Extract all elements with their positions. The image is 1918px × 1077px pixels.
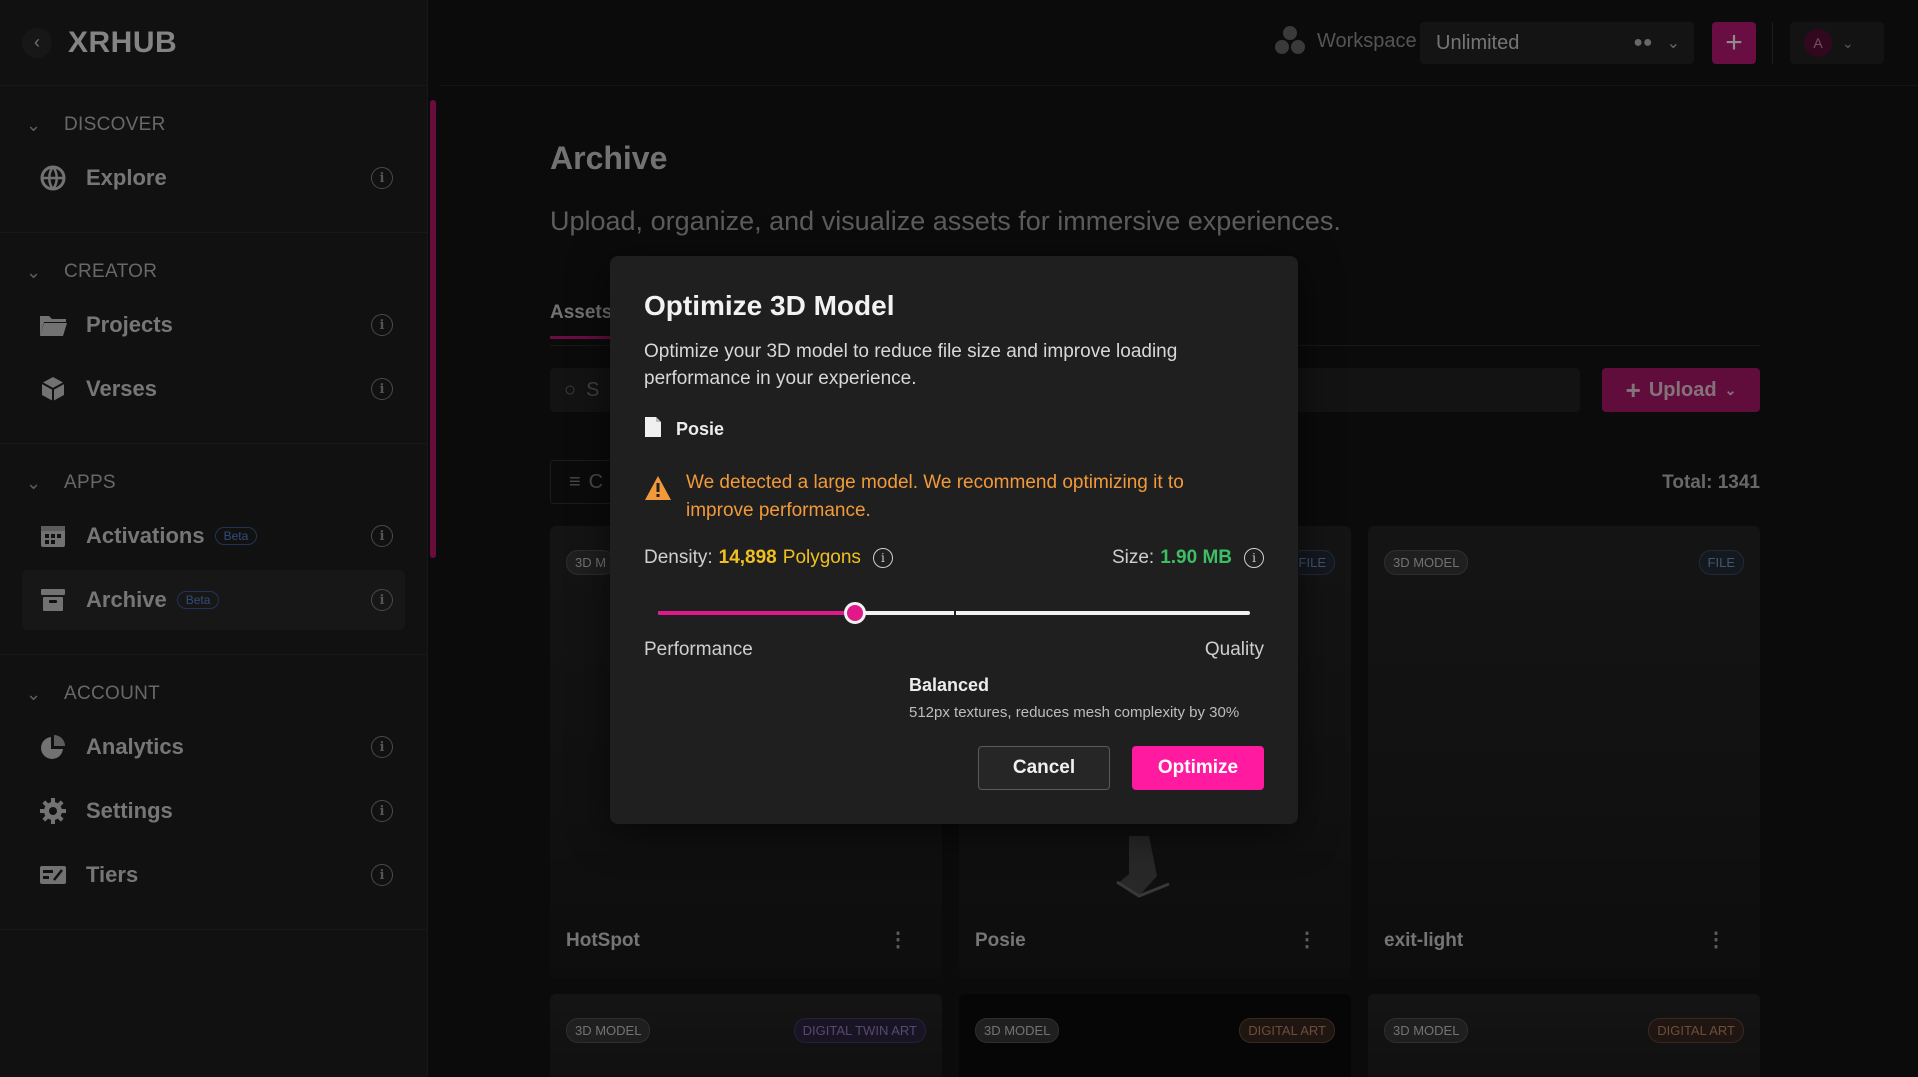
modal-description: Optimize your 3D model to reduce file si… bbox=[644, 341, 1178, 389]
optimize-modal: Optimize 3D Model Optimize your 3D model… bbox=[610, 256, 1298, 824]
size-value: 1.90 MB bbox=[1160, 547, 1232, 568]
preset-name: Balanced bbox=[909, 675, 990, 695]
warning-row: We detected a large model. We recommend … bbox=[644, 469, 1264, 525]
file-icon bbox=[644, 416, 662, 443]
size-stat: Size: 1.90 MB i bbox=[1112, 547, 1264, 569]
density-value: 14,898 bbox=[718, 547, 777, 568]
slider-tick bbox=[954, 607, 956, 619]
optimize-button[interactable]: Optimize bbox=[1132, 746, 1264, 790]
density-stat: Density: 14,898 Polygons i bbox=[644, 547, 893, 569]
warning-icon bbox=[644, 475, 672, 525]
info-icon[interactable]: i bbox=[1244, 548, 1264, 568]
preset-info: Balanced 512px textures, reduces mesh co… bbox=[909, 675, 1264, 721]
app-root: ‹ XRHUB ⌄ DISCOVER Explore i ⌄ CREATOR Pro… bbox=[0, 0, 1918, 1077]
slider-thumb[interactable] bbox=[844, 602, 867, 624]
optimization-slider[interactable] bbox=[644, 601, 1264, 625]
info-icon[interactable]: i bbox=[872, 548, 893, 568]
file-row: Posie bbox=[644, 416, 1264, 443]
density-unit: Polygons bbox=[782, 547, 861, 568]
modal-actions: Cancel Optimize bbox=[978, 746, 1264, 790]
modal-title: Optimize 3D Model bbox=[644, 290, 895, 321]
performance-label: Performance bbox=[644, 639, 753, 660]
slider-fill bbox=[658, 611, 856, 615]
model-stats: Density: 14,898 Polygons i Size: 1.90 MB… bbox=[644, 547, 1264, 577]
density-label: Density: bbox=[644, 547, 713, 568]
preset-description: 512px textures, reduces mesh complexity … bbox=[909, 704, 1240, 721]
file-name: Posie bbox=[676, 419, 725, 439]
cancel-button[interactable]: Cancel bbox=[978, 746, 1110, 790]
slider-labels: Performance Quality bbox=[644, 639, 1264, 665]
size-label: Size: bbox=[1111, 547, 1155, 568]
warning-text: We detected a large model. We recommend … bbox=[686, 472, 1184, 521]
quality-label: Quality bbox=[1204, 639, 1264, 660]
